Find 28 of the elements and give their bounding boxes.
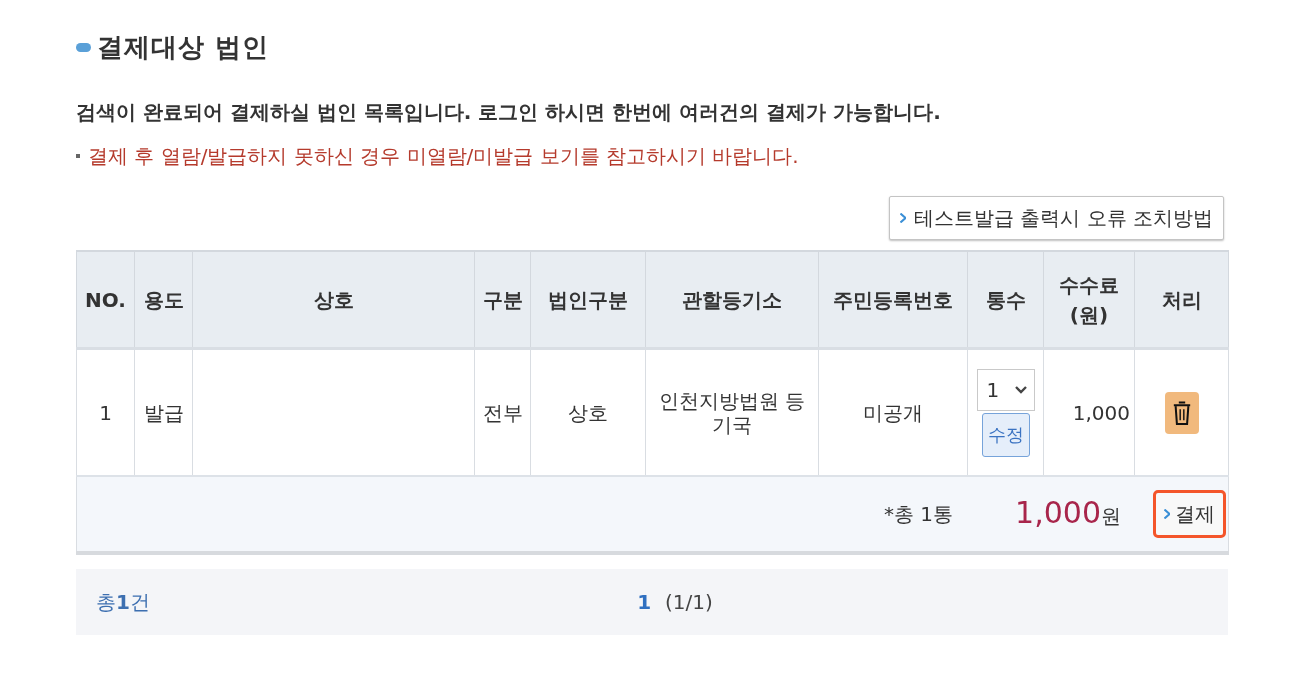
pay-button[interactable]: 결제	[1153, 490, 1226, 538]
notice-text: 결제 후 열람/발급하지 못하신 경우 미열람/미발급 보기를 참고하시기 바랍니다.	[88, 143, 799, 170]
total-count: 총1건	[95, 588, 150, 616]
column-header: 구분	[474, 251, 531, 349]
column-header: 처리	[1134, 251, 1229, 349]
bullet-icon	[76, 42, 91, 52]
edit-button[interactable]: 수정	[981, 412, 1030, 457]
copies-select[interactable]: 1	[976, 368, 1035, 411]
intro-text: 검색이 완료되어 결제하실 법인 목록입니다. 로그인 하시면 한번에 여러건의 결제가 가능합니다.	[76, 99, 942, 126]
column-header: 주민등록번호	[818, 251, 968, 349]
column-header: 용도	[134, 251, 193, 349]
chevron-icon	[899, 213, 906, 223]
page-link[interactable]: 1	[637, 590, 652, 614]
column-header: NO.	[76, 251, 135, 349]
column-header: 관할등기소	[645, 251, 819, 349]
column-header: 통수	[967, 251, 1044, 349]
column-header: 수수료 (원)	[1043, 251, 1135, 349]
help-button[interactable]: 테스트발급 출력시 오류 조치방법	[888, 196, 1224, 240]
total-amount: 1,000원	[1015, 500, 1121, 528]
chevron-down-icon	[1014, 385, 1027, 394]
column-header: 법인구분	[530, 251, 646, 349]
section-title: 결제대상 법인	[97, 30, 270, 64]
delete-button[interactable]	[1164, 391, 1199, 434]
chevron-icon	[1164, 509, 1170, 519]
total-copies: *총 1통	[884, 502, 954, 526]
page-position: (1/1)	[665, 590, 713, 614]
bullet-icon	[76, 154, 80, 158]
column-header: 상호	[192, 251, 475, 349]
